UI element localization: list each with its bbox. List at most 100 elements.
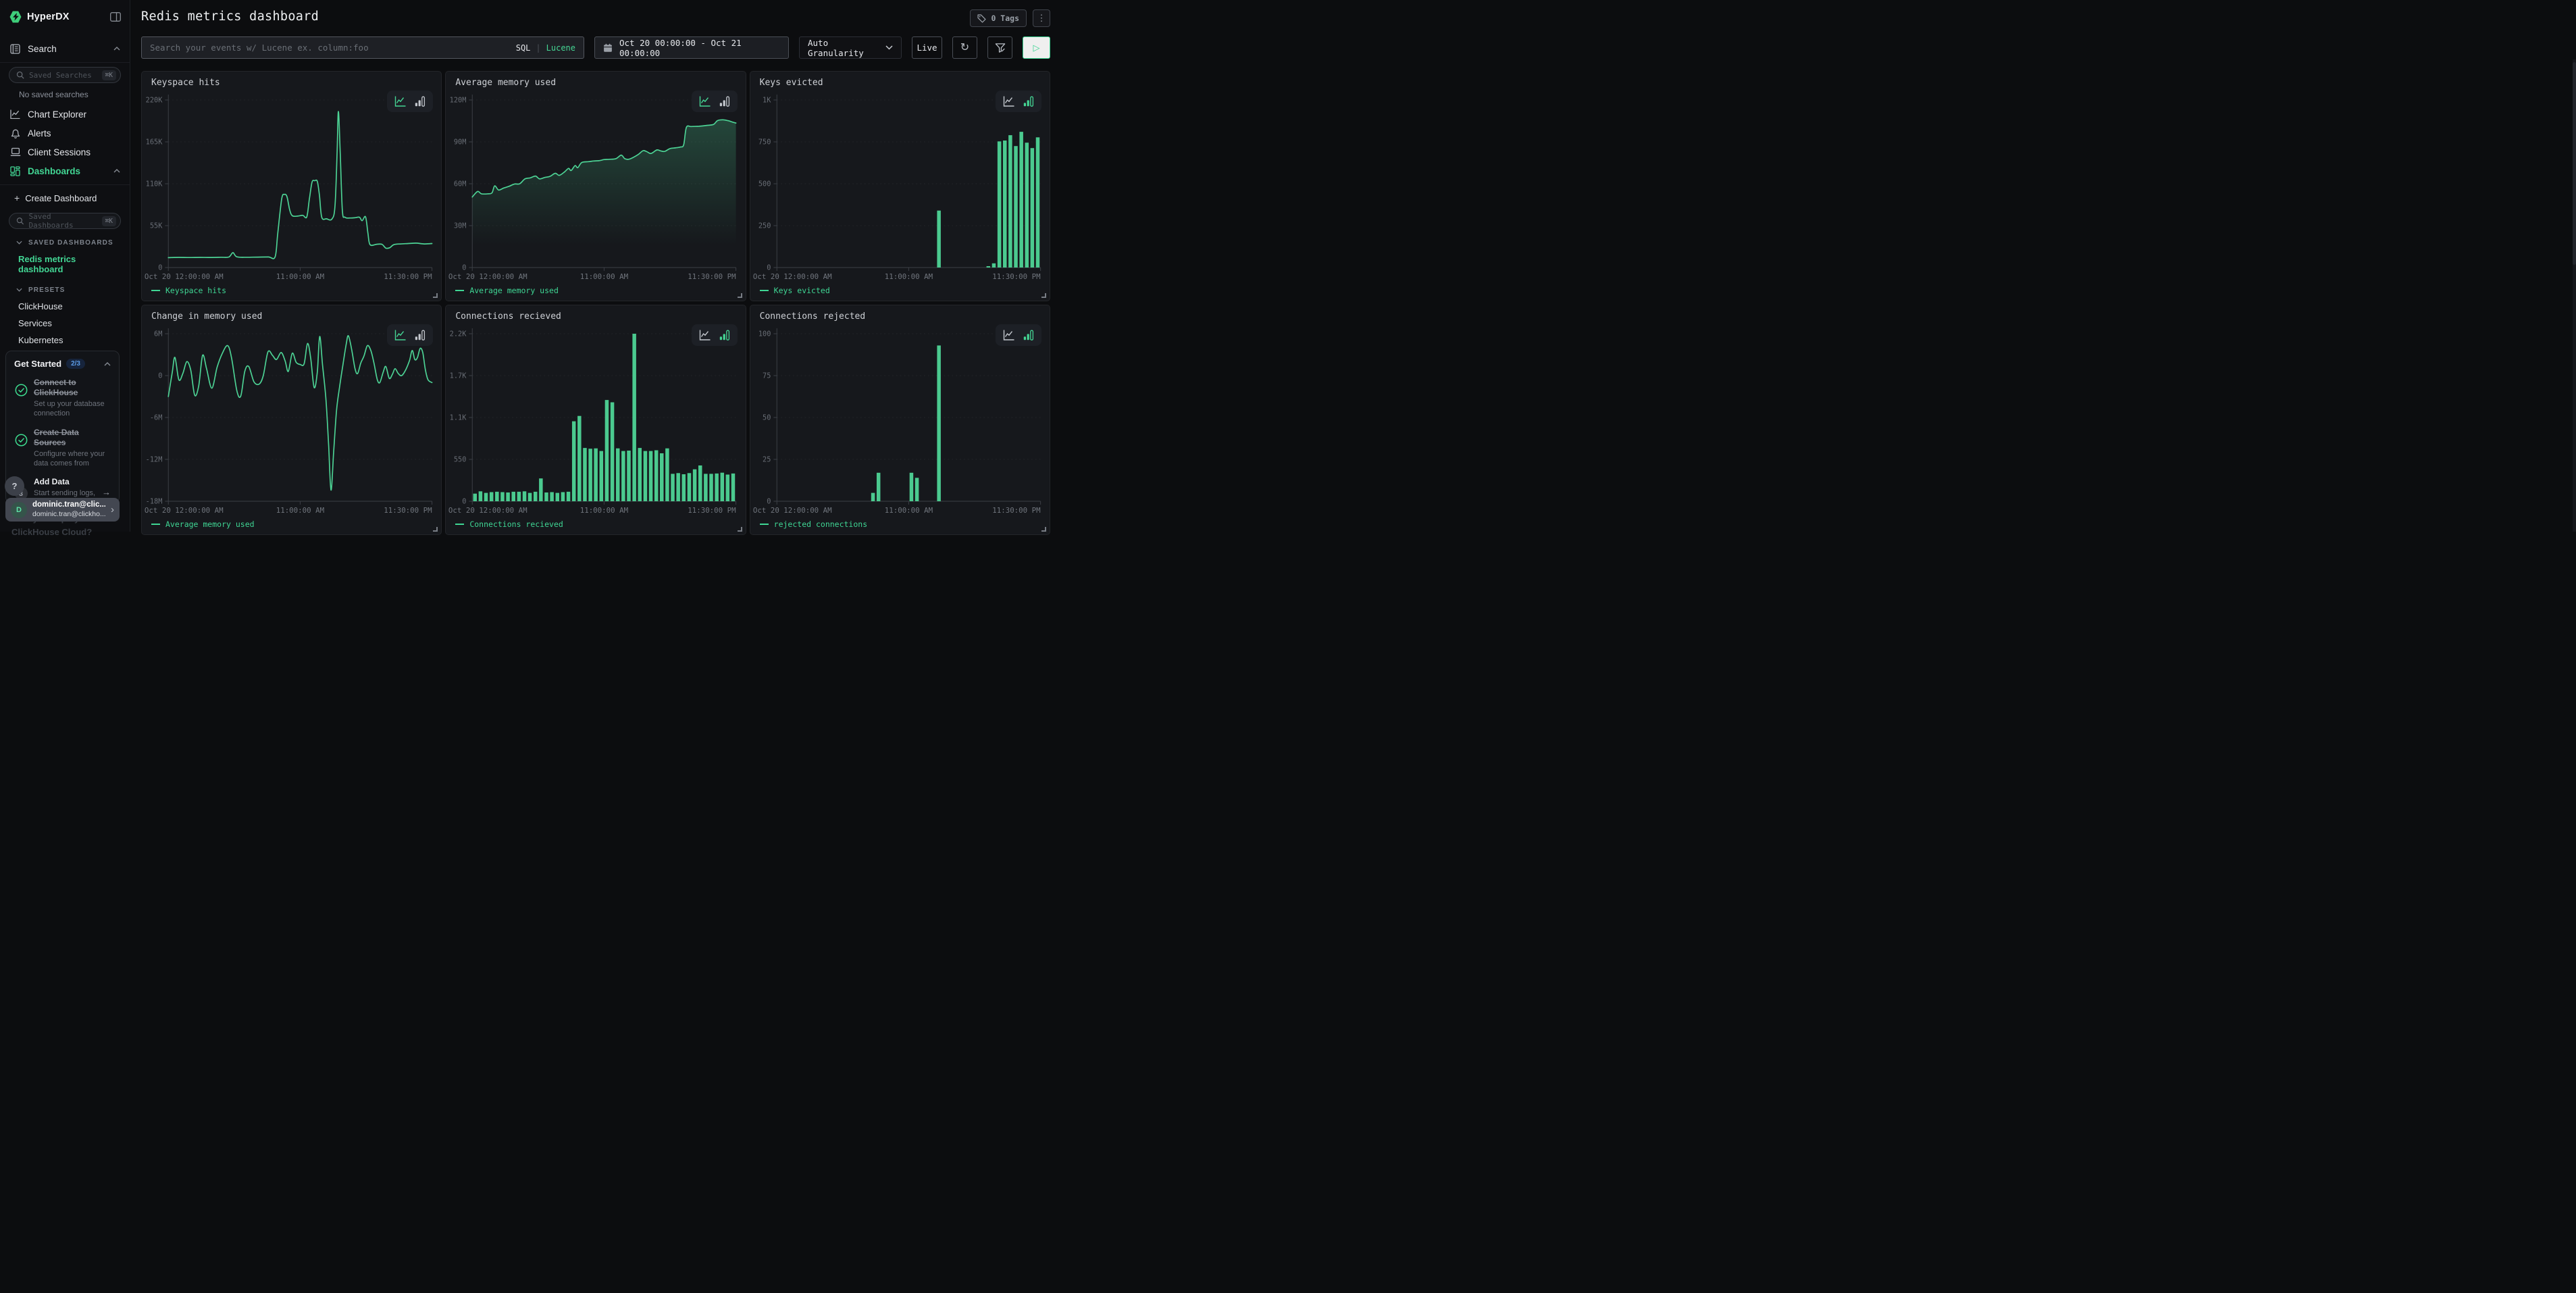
get-started-title: Get Started — [14, 359, 61, 369]
svg-text:120M: 120M — [450, 96, 467, 104]
line-chart-icon[interactable] — [1003, 96, 1014, 107]
resize-handle-icon[interactable] — [433, 293, 438, 298]
line-chart-icon[interactable] — [394, 330, 406, 340]
saved-searches-input[interactable]: Saved Searches ⌘K — [9, 67, 121, 83]
avatar: D — [11, 502, 27, 518]
sidebar-item-search[interactable]: Search — [0, 39, 130, 58]
granularity-select[interactable]: Auto Granularity — [799, 36, 902, 59]
svg-text:-6M: -6M — [150, 413, 163, 422]
line-chart-icon[interactable] — [699, 330, 711, 340]
arrow-right-icon: → — [102, 487, 111, 497]
dashboard-grid-icon — [9, 166, 21, 176]
chart-type-toggle — [692, 91, 738, 112]
saved-dashboards-input[interactable]: Saved Dashboards ⌘K — [9, 213, 121, 229]
chart-panel-average-memory: 030M60M90M120MOct 20 12:00:00 AM11:00:00… — [445, 71, 746, 301]
run-query-button[interactable]: ▷ — [1023, 36, 1050, 59]
resize-handle-icon[interactable] — [738, 527, 742, 532]
svg-text:25: 25 — [763, 455, 771, 463]
sidebar-collapse-icon[interactable] — [110, 12, 121, 22]
chart-panel-connections-received: 05501.1K1.7K2.2KOct 20 12:00:00 AM11:00:… — [445, 305, 746, 535]
page-title: Redis metrics dashboard — [141, 9, 319, 24]
refresh-icon: ↻ — [960, 43, 969, 53]
scrollbar[interactable] — [2573, 59, 2576, 532]
chart-panel-keys-evicted: 02505007501KOct 20 12:00:00 AM11:00:00 A… — [750, 71, 1050, 301]
chart-type-toggle — [387, 324, 433, 346]
svg-text:250: 250 — [758, 222, 771, 230]
bar-chart-icon[interactable] — [719, 96, 730, 107]
svg-text:11:30:00 PM: 11:30:00 PM — [384, 506, 432, 515]
bar-chart-icon[interactable] — [415, 330, 426, 340]
sidebar: HyperDX Search Saved Searches ⌘K No save… — [0, 0, 130, 532]
saved-dashboards-section-toggle[interactable]: SAVED DASHBOARDS — [0, 234, 130, 251]
step-title: Add Data — [34, 477, 101, 487]
resize-handle-icon[interactable] — [433, 527, 438, 532]
laptop-icon — [9, 147, 21, 157]
sidebar-item-chart-explorer[interactable]: Chart Explorer — [0, 105, 130, 124]
sidebar-item-dashboards[interactable]: Dashboards — [0, 161, 130, 180]
chevron-up-icon[interactable] — [104, 362, 111, 366]
more-menu-button[interactable]: ⋮ — [1033, 9, 1050, 27]
sidebar-preset-services[interactable]: Services — [0, 315, 130, 332]
search-placeholder: Search your events w/ Lucene ex. column:… — [150, 43, 369, 53]
get-started-step-connect[interactable]: Connect to ClickHouse Set up your databa… — [14, 378, 111, 419]
svg-text:2.2K: 2.2K — [450, 330, 467, 338]
granularity-value: Auto Granularity — [808, 38, 885, 58]
kebab-icon: ⋮ — [1037, 13, 1046, 24]
bar-chart-icon[interactable] — [719, 330, 730, 340]
brand-name: HyperDX — [27, 11, 70, 22]
tags-label: 0 Tags — [991, 14, 1019, 23]
scrollbar-thumb[interactable] — [2573, 62, 2576, 265]
svg-text:90M: 90M — [454, 138, 467, 146]
sidebar-preset-kubernetes[interactable]: Kubernetes — [0, 332, 130, 349]
tag-icon — [977, 14, 986, 23]
event-search-input[interactable]: Search your events w/ Lucene ex. column:… — [141, 36, 584, 59]
date-range-picker[interactable]: Oct 20 00:00:00 - Oct 21 00:00:00 — [594, 36, 789, 59]
svg-text:Oct 20 12:00:00 AM: Oct 20 12:00:00 AM — [145, 506, 224, 515]
dashboard-grid: 055K110K165K220KOct 20 12:00:00 AM11:00:… — [141, 71, 1050, 535]
lucene-mode-toggle[interactable]: Lucene — [546, 43, 575, 53]
get-started-step-sources[interactable]: Create Data Sources Configure where your… — [14, 428, 111, 469]
chart-title: Keys evicted — [760, 78, 823, 88]
bar-chart-icon[interactable] — [1023, 96, 1034, 107]
svg-text:220K: 220K — [146, 96, 163, 104]
mode-separator: | — [536, 43, 540, 53]
resize-handle-icon[interactable] — [1041, 527, 1046, 532]
step-desc: Configure where your data comes from — [34, 449, 111, 469]
chart-type-toggle — [996, 91, 1041, 112]
svg-text:11:00:00 AM: 11:00:00 AM — [884, 272, 933, 281]
tags-button[interactable]: 0 Tags — [970, 9, 1027, 27]
sidebar-dashboard-redis[interactable]: Redis metrics dashboard — [0, 251, 130, 278]
bar-chart-icon[interactable] — [415, 96, 426, 107]
main-content: Redis metrics dashboard 0 Tags ⋮ Search … — [130, 0, 1059, 532]
line-chart-icon[interactable] — [1003, 330, 1014, 340]
svg-text:11:00:00 AM: 11:00:00 AM — [580, 272, 629, 281]
sidebar-item-client-sessions[interactable]: Client Sessions — [0, 143, 130, 161]
bar-chart-icon[interactable] — [1023, 330, 1034, 340]
chevron-down-icon — [16, 288, 22, 292]
line-chart-icon[interactable] — [699, 96, 711, 107]
help-button[interactable]: ? — [5, 476, 24, 496]
legend-swatch — [760, 524, 769, 525]
resize-handle-icon[interactable] — [1041, 293, 1046, 298]
filter-edit-button[interactable] — [987, 36, 1012, 59]
svg-text:-12M: -12M — [146, 455, 163, 463]
sql-mode-toggle[interactable]: SQL — [516, 43, 531, 53]
journal-search-icon — [9, 44, 21, 54]
legend-swatch — [151, 290, 160, 291]
svg-text:11:30:00 PM: 11:30:00 PM — [992, 506, 1041, 515]
user-profile-button[interactable]: D dominic.tran@clic... dominic.tran@clic… — [5, 498, 120, 522]
chart-legend: Average memory used — [455, 286, 559, 295]
svg-text:550: 550 — [454, 455, 467, 463]
resize-handle-icon[interactable] — [738, 293, 742, 298]
live-button[interactable]: Live — [912, 36, 942, 59]
svg-text:11:00:00 AM: 11:00:00 AM — [580, 506, 629, 515]
create-dashboard-button[interactable]: + Create Dashboard — [0, 189, 130, 207]
presets-section-toggle[interactable]: PRESETS — [0, 282, 130, 298]
sidebar-preset-clickhouse[interactable]: ClickHouse — [0, 298, 130, 315]
sidebar-item-alerts[interactable]: Alerts — [0, 124, 130, 143]
line-chart-icon[interactable] — [394, 96, 406, 107]
svg-text:50: 50 — [763, 413, 771, 422]
chart-legend: Keyspace hits — [151, 286, 226, 295]
refresh-button[interactable]: ↻ — [952, 36, 977, 59]
svg-text:110K: 110K — [146, 180, 163, 188]
